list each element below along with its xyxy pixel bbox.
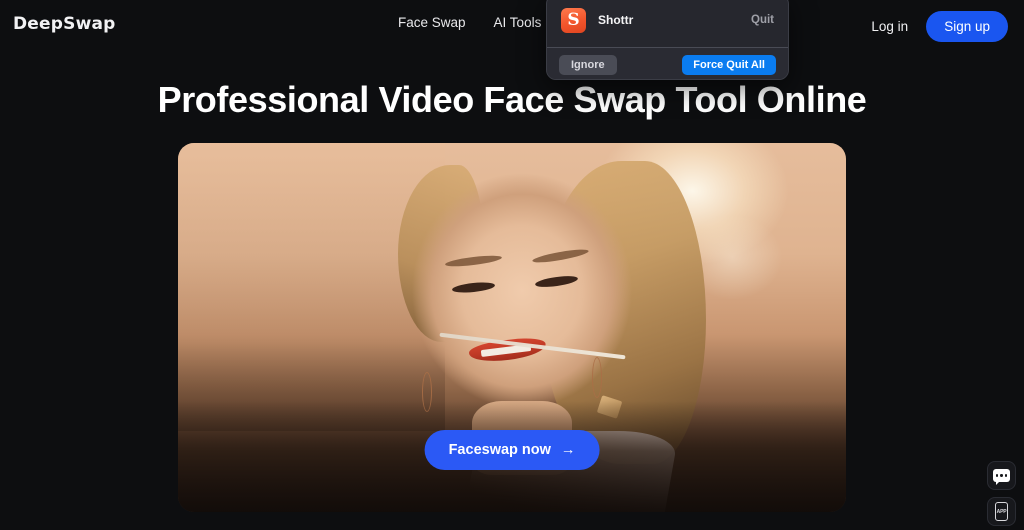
chat-dot	[1004, 474, 1008, 477]
nav-item-face-swap[interactable]: Face Swap	[398, 15, 466, 30]
main-nav: Face Swap AI Tools	[398, 15, 553, 30]
force-quit-app-list: S Shottr Quit	[547, 0, 788, 47]
header-actions: Log in Sign up	[871, 11, 1008, 42]
chat-dot	[995, 474, 999, 477]
site-header: DeepSwap Face Swap AI Tools Log in Sign …	[0, 0, 1024, 52]
force-quit-all-button[interactable]: Force Quit All	[682, 54, 776, 75]
force-quit-app-row[interactable]: S Shottr Quit	[547, 5, 788, 35]
arrow-right-icon: →	[560, 442, 576, 458]
nav-item-label: AI Tools	[493, 15, 542, 30]
mobile-app-button[interactable]: APP	[987, 497, 1016, 526]
app-name-label: Shottr	[598, 13, 634, 27]
force-quit-actions: Ignore Force Quit All	[547, 48, 788, 79]
mobile-phone-icon: APP	[995, 502, 1008, 521]
cta-label: Faceswap now	[448, 442, 551, 458]
chat-support-button[interactable]	[987, 461, 1016, 490]
signup-button[interactable]: Sign up	[926, 11, 1008, 42]
login-link[interactable]: Log in	[871, 19, 908, 34]
nav-item-label: Face Swap	[398, 15, 466, 30]
hero-video-player[interactable]: Faceswap now →	[178, 143, 846, 512]
quit-button[interactable]: Quit	[751, 14, 774, 26]
ignore-button[interactable]: Ignore	[559, 54, 617, 75]
brand-logo[interactable]: DeepSwap	[13, 14, 116, 34]
shottr-app-icon: S	[561, 7, 586, 33]
force-quit-dialog[interactable]: S Shottr Quit Ignore Force Quit All	[546, 0, 789, 80]
chat-dot	[1000, 474, 1003, 477]
floating-widget-stack: APP	[987, 461, 1016, 526]
faceswap-now-button[interactable]: Faceswap now →	[424, 430, 600, 470]
chat-bubble-icon	[993, 469, 1010, 485]
page-title: Professional Video Face Swap Tool Online	[157, 79, 867, 120]
nav-item-ai-tools[interactable]: AI Tools	[494, 15, 553, 30]
subject-earring-right	[592, 357, 603, 398]
